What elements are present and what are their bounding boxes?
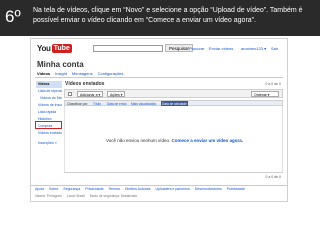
browse-link[interactable]: Procurar (189, 46, 204, 51)
sign-out-link[interactable]: Sair (271, 46, 278, 51)
step-instruction: Na tela de vídeos, clique em “Novo” e se… (33, 7, 303, 24)
sidebar-item-my-videos[interactable]: Vídeos do Meu (36, 95, 62, 102)
logo-tube-text: Tube (51, 43, 72, 53)
search-input[interactable] (93, 45, 163, 52)
footer-link-partners[interactable]: Uploaders e parceiros (156, 187, 190, 192)
step-number: 6º (5, 7, 21, 26)
results-count: 0 a 0 de 0 (265, 82, 281, 86)
panel-footer: 0 a 0 de 0 (64, 172, 283, 180)
language-setting[interactable]: Idioma: Português (35, 194, 62, 199)
actions-button[interactable]: Ações ▾ (107, 91, 126, 97)
youtube-screenshot: You Tube Pesquisar Procurar Enviar vídeo… (30, 38, 288, 202)
footer-count: 0 a 0 de 0 (265, 175, 281, 179)
sidebar-item-videos[interactable]: Vídeos (36, 81, 62, 88)
tab-settings[interactable]: Configurações (98, 71, 124, 76)
tab-messages[interactable]: Mensagens (72, 71, 93, 76)
add-to-button[interactable]: Adicionar a ▾ (77, 91, 104, 97)
select-all-checkbox[interactable] (68, 92, 72, 96)
panel-title: Vídeos enviados (65, 81, 105, 87)
footer-link-help[interactable]: Ajuda (35, 187, 44, 192)
empty-state: Você não enviou nenhum vídeo. Comece a e… (65, 138, 284, 144)
youtube-topbar: You Tube Pesquisar Procurar Enviar vídeo… (31, 39, 287, 57)
youtube-logo[interactable]: You Tube (37, 43, 72, 53)
divider (31, 185, 287, 186)
page-title: Minha conta (37, 60, 84, 69)
footer-link-copyright[interactable]: Direitos Autorais (125, 187, 150, 192)
divider (35, 77, 283, 78)
step-banner: 6º Na tela de vídeos, clique em “Novo” e… (0, 0, 320, 36)
upload-link[interactable]: Enviar vídeos (209, 46, 233, 51)
sidebar-item-subscription-videos[interactable]: Vídeos de inscrição (36, 102, 62, 109)
logo-you-text: You (37, 43, 51, 53)
videos-toolbar: Adicionar a ▾ Ações ▾ Ordenar ▾ (64, 89, 283, 98)
footer-links: Ajuda Sobre Segurança Privacidade Termos… (35, 187, 245, 192)
safety-mode-setting[interactable]: Modo de segurança: Desativado (90, 194, 137, 199)
account-nav: Vídeos Insight Mensagens Configurações (37, 71, 123, 76)
tab-insight[interactable]: Insight (55, 71, 67, 76)
sort-select[interactable]: Ordenar ▾ (251, 91, 279, 97)
empty-message: Você não enviou nenhum vídeo. (105, 138, 171, 143)
start-upload-link[interactable]: Comece a enviar um vídeo agora. (172, 138, 244, 143)
sidebar-item-quicklist[interactable]: Lista rápida (36, 109, 62, 116)
footer-link-developers[interactable]: Desenvolvedores (195, 187, 222, 192)
location-setting[interactable]: Local: Brasil (67, 194, 85, 199)
footer-link-advertising[interactable]: Publicidade (227, 187, 245, 192)
username-menu[interactable]: anonimo123 ▾ (241, 46, 266, 51)
footer-link-safety[interactable]: Segurança (63, 187, 80, 192)
sidebar: Vídeos Lista de reprodução Vídeos do Meu… (36, 81, 62, 147)
footer-settings: Idioma: Português Local: Brasil Modo de … (35, 194, 137, 199)
video-list: Você não enviou nenhum vídeo. Comece a e… (64, 106, 283, 172)
sidebar-item-uploaded[interactable]: Vídeos enviados (36, 130, 62, 137)
sidebar-item-playlists[interactable]: Lista de reprodução (36, 88, 62, 95)
sidebar-item-subscriptions[interactable]: Inscrições » (36, 140, 62, 147)
footer-link-privacy[interactable]: Privacidade (85, 187, 103, 192)
footer-link-terms[interactable]: Termos (109, 187, 120, 192)
footer-link-about[interactable]: Sobre (49, 187, 58, 192)
uploaded-videos-panel: Vídeos enviados 0 a 0 de 0 Adicionar a ▾… (64, 81, 283, 187)
tab-videos[interactable]: Vídeos (37, 71, 50, 76)
highlight-box (35, 121, 62, 129)
